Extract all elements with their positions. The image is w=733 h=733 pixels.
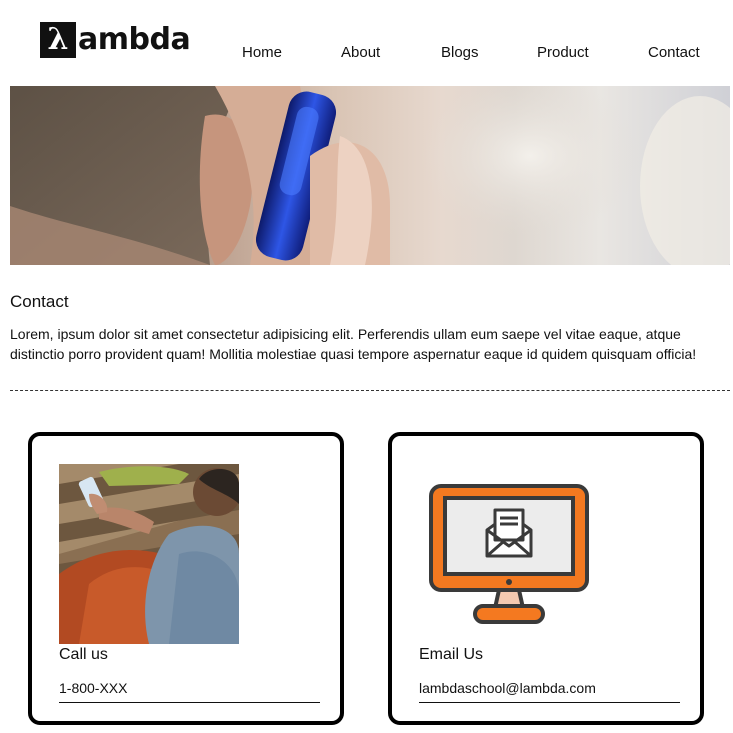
- email-us-card: Email Us lambdaschool@lambda.com: [388, 432, 704, 725]
- hero-phone-call-photo: [10, 86, 730, 265]
- email-us-address[interactable]: lambdaschool@lambda.com: [419, 680, 680, 703]
- hero-image: [10, 86, 730, 265]
- call-us-phone[interactable]: 1-800-XXX: [59, 680, 320, 703]
- contact-heading: Contact: [10, 292, 69, 311]
- site-header: λ ambda Home About Blogs Product Contact: [0, 0, 733, 86]
- nav-link-home[interactable]: Home: [242, 44, 282, 61]
- person-using-phone-photo: [59, 464, 239, 644]
- email-us-title: Email Us: [419, 646, 484, 663]
- nav-link-blogs[interactable]: Blogs: [441, 44, 479, 61]
- nav-link-product[interactable]: Product: [537, 44, 589, 61]
- call-us-card: Call us 1-800-XXX: [28, 432, 344, 725]
- main-nav: Home About Blogs Product Contact: [0, 44, 733, 64]
- nav-link-about[interactable]: About: [341, 44, 380, 61]
- monitor-envelope-icon: [429, 484, 589, 624]
- section-divider: [10, 390, 730, 391]
- call-us-title: Call us: [59, 646, 108, 663]
- contact-description: Lorem, ipsum dolor sit amet consectetur …: [10, 326, 697, 362]
- nav-link-contact[interactable]: Contact: [648, 44, 700, 61]
- email-us-image: [429, 484, 593, 629]
- call-us-image: [59, 464, 239, 644]
